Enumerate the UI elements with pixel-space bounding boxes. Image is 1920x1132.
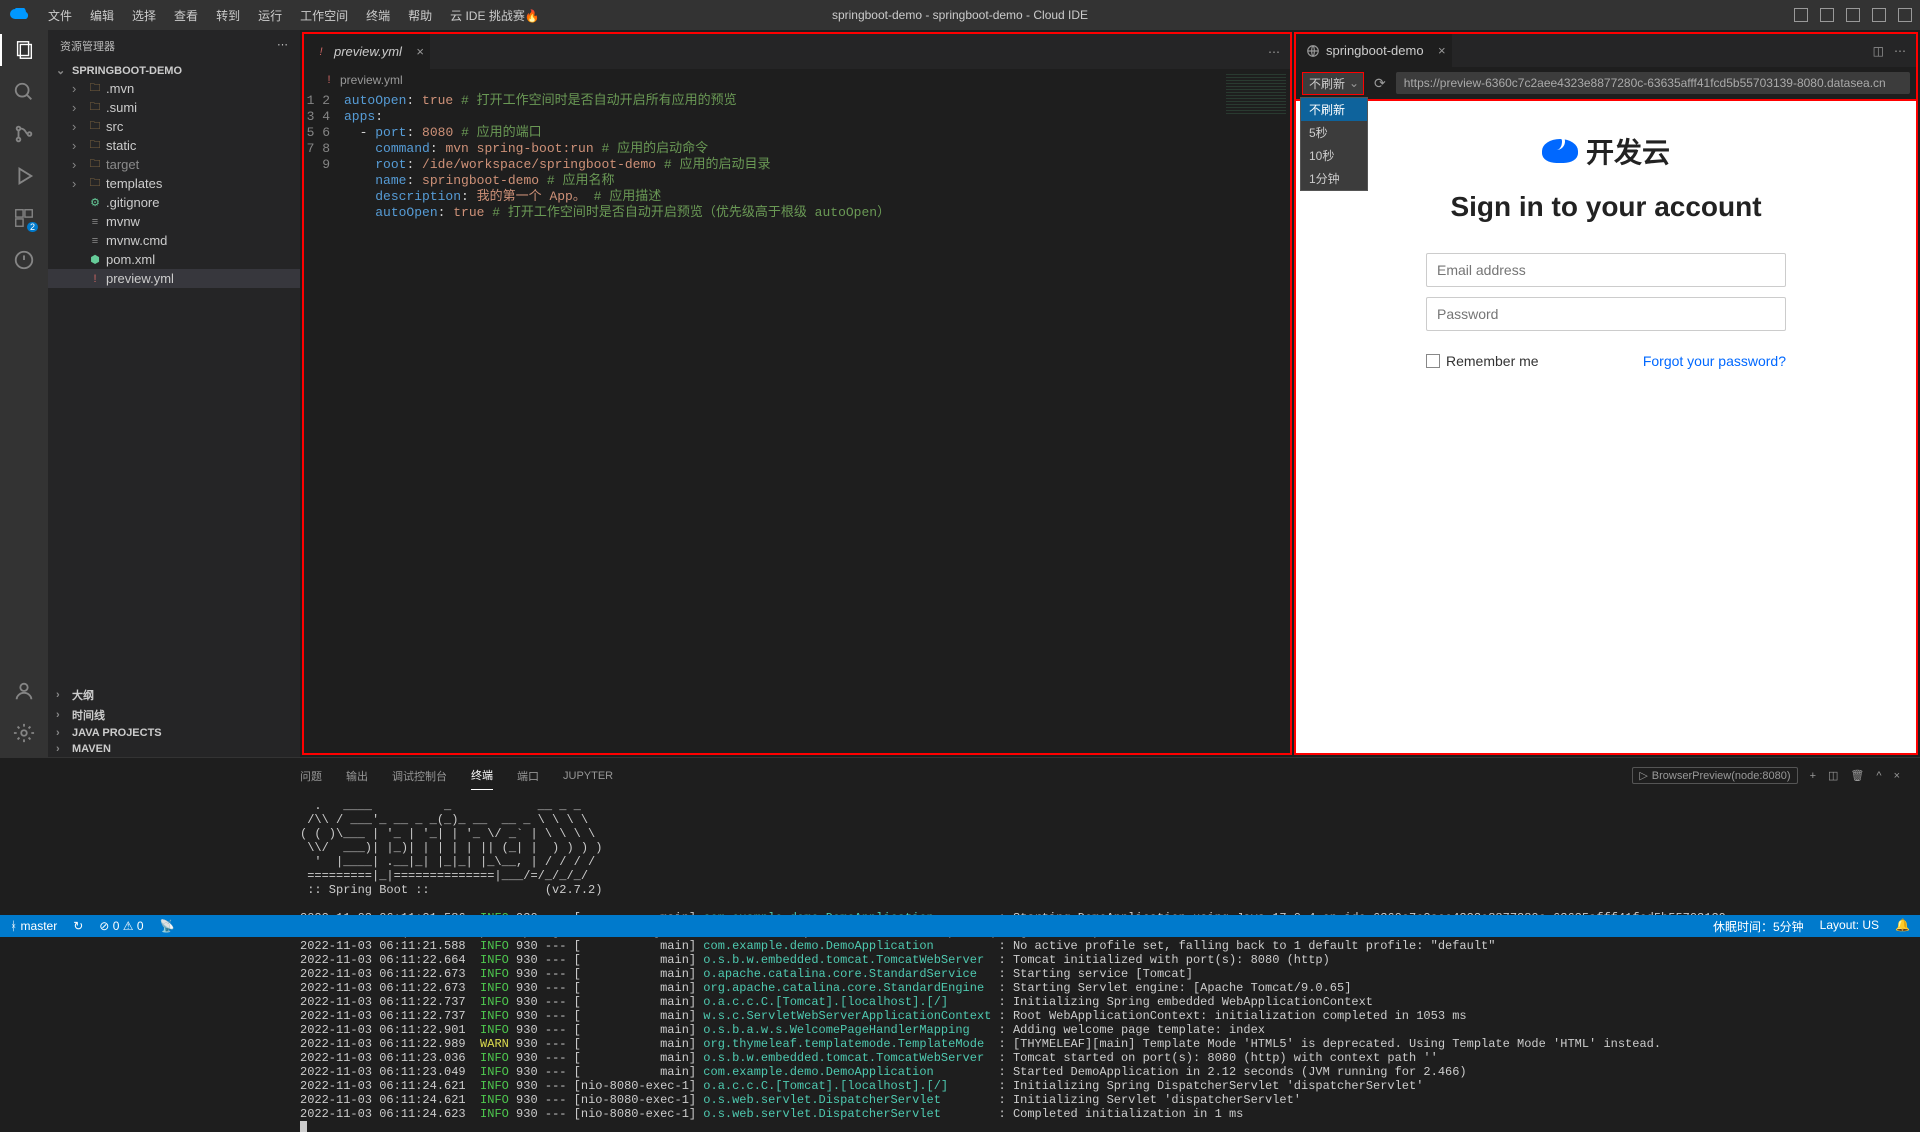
panel-tab[interactable]: 输出 <box>346 762 368 790</box>
bottom-panel: 问题输出调试控制台终端端口 JUPYTER ▷BrowserPreview(nod… <box>0 757 1920 1132</box>
reload-icon[interactable]: ⟳ <box>1374 75 1386 92</box>
menu-item[interactable]: 运行 <box>250 3 290 28</box>
signin-title: Sign in to your account <box>1450 191 1761 223</box>
maximize-icon[interactable]: ^ <box>1876 770 1881 782</box>
panel-tab[interactable]: 端口 <box>517 762 539 790</box>
menu-item[interactable]: 转到 <box>208 3 248 28</box>
panel-tab[interactable]: 调试控制台 <box>392 762 447 790</box>
menu-item[interactable]: 云 IDE 挑战赛🔥 <box>442 3 548 28</box>
password-field[interactable] <box>1426 297 1786 331</box>
logo-icon <box>8 3 32 27</box>
menu-item[interactable]: 文件 <box>40 3 80 28</box>
sidebar-more-icon[interactable]: ⋯ <box>277 38 288 54</box>
editor-tabbar: !preview.yml× ⋯ <box>304 34 1290 69</box>
activity-bar: 2 <box>0 30 48 757</box>
add-terminal-icon[interactable]: + <box>1810 770 1816 782</box>
close-panel-icon[interactable]: × <box>1894 770 1900 782</box>
menu-item[interactable]: 帮助 <box>400 3 440 28</box>
panel-tab[interactable]: 终端 <box>471 761 493 790</box>
preview-tab[interactable]: springboot-demo× <box>1296 34 1452 67</box>
tree-item[interactable]: ›🗀.sumi <box>48 98 300 117</box>
tree-item[interactable]: ›🗀templates <box>48 174 300 193</box>
panel-tab[interactable]: JUPYTER <box>563 764 613 788</box>
statusbar: ᚼ master ↻ ⊘ 0 ⚠ 0 📡 休眠时间：5分钟 Layout: US… <box>0 915 1920 937</box>
preview-content: 开发云 Sign in to your account Remember me … <box>1294 99 1918 755</box>
chevron-down-icon: ⌄ <box>1349 76 1359 90</box>
terminal-output[interactable]: . ____ _ __ _ _ /\\ / ___'_ __ _ _(_)_ _… <box>0 793 1920 1132</box>
sync-icon[interactable]: ↻ <box>73 919 83 933</box>
tree-item[interactable]: !preview.yml <box>48 269 300 288</box>
dropdown-item[interactable]: 10秒 <box>1301 144 1367 167</box>
sidebar-section[interactable]: ›时间线 <box>48 705 300 725</box>
menubar: 文件编辑选择查看转到运行工作空间终端帮助云 IDE 挑战赛🔥 springboo… <box>0 0 1920 30</box>
extensions-icon[interactable]: 2 <box>12 206 36 230</box>
sidebar-title: 资源管理器 <box>60 38 115 54</box>
menu-item[interactable]: 终端 <box>358 3 398 28</box>
layout-icon[interactable] <box>1898 8 1912 22</box>
menu-item[interactable]: 编辑 <box>82 3 122 28</box>
tree-item[interactable]: ≡mvnw <box>48 212 300 231</box>
terminal-select[interactable]: ▷BrowserPreview(node:8080) <box>1632 767 1797 784</box>
title-actions <box>1794 8 1912 22</box>
sidebar: 资源管理器⋯ ⌄SPRINGBOOT-DEMO ›🗀.mvn›🗀.sumi›🗀s… <box>48 30 300 757</box>
sidebar-section[interactable]: ›MAVEN <box>48 741 300 757</box>
branch-indicator[interactable]: ᚼ master <box>10 919 57 933</box>
bell-icon[interactable]: 🔔 <box>1895 918 1910 935</box>
more-icon[interactable]: ⋯ <box>1894 44 1906 58</box>
sidebar-root[interactable]: ⌄SPRINGBOOT-DEMO <box>48 62 300 79</box>
panel-bottom-icon[interactable] <box>1846 8 1860 22</box>
panel-left-icon[interactable] <box>1820 8 1834 22</box>
dropdown-item[interactable]: 1分钟 <box>1301 167 1367 190</box>
refresh-select[interactable]: 不刷新⌄ <box>1302 72 1364 95</box>
layout-indicator[interactable]: Layout: US <box>1820 918 1879 935</box>
tree-item[interactable]: ›🗀static <box>48 136 300 155</box>
editor-group: !preview.yml× ⋯ !preview.yml 1 2 3 4 5 6… <box>300 30 1294 757</box>
split-terminal-icon[interactable]: ◫ <box>1828 769 1838 782</box>
minimap[interactable] <box>1226 74 1286 114</box>
explorer-icon[interactable] <box>12 38 36 62</box>
tree-item[interactable]: ⚙.gitignore <box>48 193 300 212</box>
toggle-icon[interactable] <box>1794 8 1808 22</box>
scm-icon[interactable] <box>12 122 36 146</box>
close-icon[interactable]: × <box>1438 43 1446 58</box>
sleep-indicator[interactable]: 休眠时间：5分钟 <box>1713 918 1804 935</box>
panel-tab[interactable]: 问题 <box>300 762 322 790</box>
forgot-link[interactable]: Forgot your password? <box>1643 353 1786 369</box>
tree-item[interactable]: ≡mvnw.cmd <box>48 231 300 250</box>
tree-item[interactable]: ›🗀.mvn <box>48 79 300 98</box>
split-icon[interactable]: ◫ <box>1873 44 1884 58</box>
dropdown-item[interactable]: 5秒 <box>1301 121 1367 144</box>
ports-icon[interactable]: 📡 <box>160 919 175 933</box>
menu-item[interactable]: 选择 <box>124 3 164 28</box>
editor-more-icon[interactable]: ⋯ <box>1268 45 1290 59</box>
account-icon[interactable] <box>12 679 36 703</box>
close-icon[interactable]: × <box>416 44 424 59</box>
tree-item[interactable]: ›🗀src <box>48 117 300 136</box>
brand: 开发云 <box>1542 131 1670 171</box>
refresh-dropdown: 不刷新5秒10秒1分钟 <box>1300 97 1368 191</box>
sidebar-section[interactable]: ›大纲 <box>48 685 300 705</box>
trash-icon[interactable]: 🗑 <box>1850 769 1864 782</box>
menu-item[interactable]: 查看 <box>166 3 206 28</box>
power-icon[interactable] <box>12 248 36 272</box>
problems-indicator[interactable]: ⊘ 0 ⚠ 0 <box>99 919 143 933</box>
breadcrumb[interactable]: !preview.yml <box>304 69 1290 91</box>
remember-checkbox[interactable]: Remember me <box>1426 353 1539 369</box>
dropdown-item[interactable]: 不刷新 <box>1301 98 1367 121</box>
preview-panel: springboot-demo× ◫⋯ 不刷新⌄ ⟳ https://previ… <box>1294 32 1918 755</box>
search-icon[interactable] <box>12 80 36 104</box>
settings-icon[interactable] <box>12 721 36 745</box>
window-title: springboot-demo - springboot-demo - Clou… <box>832 8 1088 22</box>
panel-right-icon[interactable] <box>1872 8 1886 22</box>
menu-item[interactable]: 工作空间 <box>292 3 356 28</box>
debug-icon[interactable] <box>12 164 36 188</box>
tree-item[interactable]: ›🗀target <box>48 155 300 174</box>
cloud-icon <box>1542 139 1578 163</box>
tree-item[interactable]: ⬢pom.xml <box>48 250 300 269</box>
sidebar-section[interactable]: ›JAVA PROJECTS <box>48 725 300 741</box>
email-field[interactable] <box>1426 253 1786 287</box>
editor-tab[interactable]: !preview.yml× <box>304 34 430 69</box>
url-bar[interactable]: https://preview-6360c7c2aee4323e8877280c… <box>1396 72 1910 94</box>
